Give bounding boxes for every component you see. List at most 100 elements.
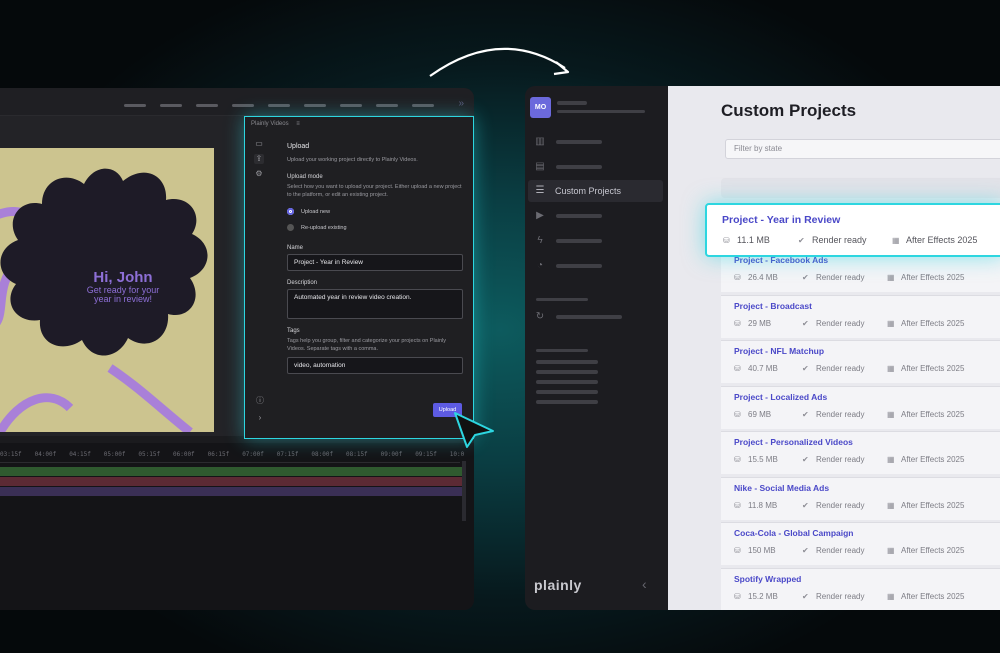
timeline-track[interactable]	[0, 487, 462, 496]
toolbar-item[interactable]	[340, 104, 362, 107]
project-app-value: After Effects 2025	[901, 364, 965, 373]
project-name[interactable]: Spotify Wrapped	[734, 574, 801, 584]
project-name[interactable]: Project - Broadcast	[734, 301, 812, 311]
sidebar-item-videos[interactable]	[556, 165, 602, 169]
after-effects-icon: ▦	[892, 235, 900, 245]
project-name[interactable]: Project - NFL Matchup	[734, 346, 824, 356]
filter-input[interactable]: Filter by state	[725, 139, 1000, 159]
project-name[interactable]: Nike - Social Media Ads	[734, 483, 829, 493]
page-title: Custom Projects	[721, 101, 857, 120]
timeline-tick-label: 08:00f	[311, 451, 334, 458]
project-row[interactable]: Spotify Wrapped ⛁ 15.2 MB ✔ Render ready ▦ Aft…	[721, 567, 1000, 610]
toolbar-item[interactable]	[196, 104, 218, 107]
chevron-left-icon[interactable]: ‹	[642, 576, 647, 592]
radio-reupload-existing[interactable]: Re-upload existing	[287, 224, 463, 231]
radio-label: Re-upload existing	[301, 224, 347, 231]
chevron-right-icon[interactable]: ›	[255, 413, 265, 423]
toolbar-item[interactable]	[124, 104, 146, 107]
upload-icon[interactable]: ⇪	[254, 154, 264, 164]
timeline-tick-label: 06:15f	[207, 451, 230, 458]
timeline[interactable]: 03:15f 04:00f 04:15f 05:00f 05:15f 06:00f 06:1…	[0, 443, 474, 610]
project-status-value: Render ready	[816, 455, 865, 464]
toolbar-item[interactable]	[232, 104, 254, 107]
sidebar-item[interactable]	[536, 380, 598, 384]
project-name[interactable]: Project - Personalized Videos	[734, 437, 853, 447]
sidebar-item-automations[interactable]	[556, 239, 602, 243]
check-circle-icon: ✔	[798, 235, 805, 245]
after-effects-icon: ▦	[887, 273, 895, 282]
panel-title: Plainly Videos	[251, 121, 289, 127]
list-header	[721, 178, 1000, 198]
refresh-icon[interactable]: ↻	[534, 311, 546, 323]
project-row[interactable]: Project - Localized Ads ⛁ 69 MB ✔ Render rea…	[721, 385, 1000, 429]
project-row[interactable]: Nike - Social Media Ads ⛁ 11.8 MB ✔ Render r…	[721, 476, 1000, 520]
tags-input[interactable]: video, automation	[287, 357, 463, 374]
timeline-track[interactable]	[0, 477, 462, 486]
bolt-icon[interactable]: ϟ	[534, 235, 546, 247]
toolbar-item[interactable]	[160, 104, 182, 107]
radio-upload-new[interactable]: Upload new	[287, 208, 463, 215]
database-icon: ⛁	[734, 318, 741, 328]
project-size: ⛁ 40.7 MB	[734, 364, 778, 373]
project-row[interactable]: Coca-Cola - Global Campaign ⛁ 150 MB ✔ Rende…	[721, 522, 1000, 565]
timeline-tick-label: 08:15f	[346, 451, 368, 458]
sidebar-item-dashboard[interactable]	[556, 140, 602, 144]
project-app: ▦ After Effects 2025	[887, 501, 964, 510]
avatar[interactable]: MO	[530, 97, 551, 118]
toolbar-item[interactable]	[268, 104, 290, 107]
description-input[interactable]: Automated year in review video creation.	[287, 289, 463, 319]
timeline-scrollbar[interactable]	[462, 461, 466, 521]
project-name[interactable]: Project - Localized Ads	[734, 392, 827, 402]
project-size: ⛁ 11.8 MB	[734, 501, 777, 510]
sidebar-item[interactable]	[536, 390, 598, 394]
sidebar-item-renders[interactable]	[556, 214, 602, 218]
name-input[interactable]: Project - Year in Review	[287, 254, 463, 271]
toolbar-item[interactable]	[412, 104, 434, 107]
check-circle-icon: ✔	[802, 455, 809, 464]
timeline-tick-label: 03:15f	[0, 451, 22, 458]
timeline-ruler[interactable]: 03:15f 04:00f 04:15f 05:00f 05:15f 06:00f 06:1…	[0, 443, 464, 463]
project-size: ⛁ 15.2 MB	[734, 592, 778, 601]
project-status-value: Render ready	[816, 318, 865, 328]
sidebar-item[interactable]	[536, 400, 598, 404]
project-row[interactable]: Project - Broadcast ⛁ 29 MB ✔ Render ready ▦ A…	[721, 294, 1000, 338]
sidebar-item[interactable]	[536, 370, 598, 374]
project-app-value: After Effects 2025	[901, 318, 965, 328]
menu-icon[interactable]: ≡	[296, 121, 300, 127]
toolbar-item[interactable]	[304, 104, 326, 107]
chart-icon[interactable]: ▥	[534, 136, 546, 148]
sidebar-item-integrations[interactable]	[556, 315, 622, 319]
sidebar-section-heading	[536, 298, 588, 301]
project-app-value: After Effects 2025	[901, 591, 965, 601]
sidebar: MO ▥ ▤ ☰ Custom Projects ▶ ϟ ◔ ↻ plainly…	[525, 86, 668, 610]
toolbar-item[interactable]	[376, 104, 398, 107]
database-icon: ⛁	[734, 546, 741, 555]
project-size-value: 26.4 MB	[748, 273, 778, 282]
sidebar-item-brand[interactable]	[556, 264, 602, 268]
project-status: ✔ Render ready	[802, 592, 864, 601]
project-name[interactable]: Project - Year in Review	[722, 214, 840, 226]
greeting-title: Hi, John	[93, 269, 153, 286]
radio-unselected-icon[interactable]	[287, 224, 294, 231]
palette-icon[interactable]: ◔	[534, 260, 546, 272]
folder-icon[interactable]: ▭	[254, 139, 264, 149]
project-row[interactable]: Project - NFL Matchup ⛁ 40.7 MB ✔ Render rea…	[721, 340, 1000, 383]
project-app: ▦ After Effects 2025	[887, 546, 964, 555]
project-size: ⛁ 69 MB	[734, 410, 771, 419]
project-row[interactable]: Project - Personalized Videos ⛁ 15.5 MB ✔ Re…	[721, 431, 1000, 474]
double-chevron-icon[interactable]: »	[458, 98, 464, 109]
project-size-value: 15.2 MB	[748, 591, 778, 601]
user-email-placeholder	[557, 110, 645, 113]
timeline-track[interactable]	[0, 467, 462, 476]
project-name[interactable]: Coca-Cola - Global Campaign	[734, 528, 854, 538]
film-icon[interactable]: ▤	[534, 161, 546, 173]
gear-icon[interactable]: ⚙	[254, 169, 264, 179]
project-app: ▦ After Effects 2025	[892, 235, 977, 245]
after-effects-icon: ▦	[887, 500, 895, 510]
sidebar-item[interactable]	[536, 360, 598, 364]
radio-selected-icon[interactable]	[287, 208, 294, 215]
info-icon[interactable]: ⓘ	[255, 396, 265, 406]
highlighted-project-card[interactable]: Project - Year in Review ⛁ 11.1 MB ✔ Rende…	[705, 203, 1000, 257]
project-status: ✔ Render ready	[802, 455, 864, 464]
video-icon[interactable]: ▶	[534, 210, 546, 222]
